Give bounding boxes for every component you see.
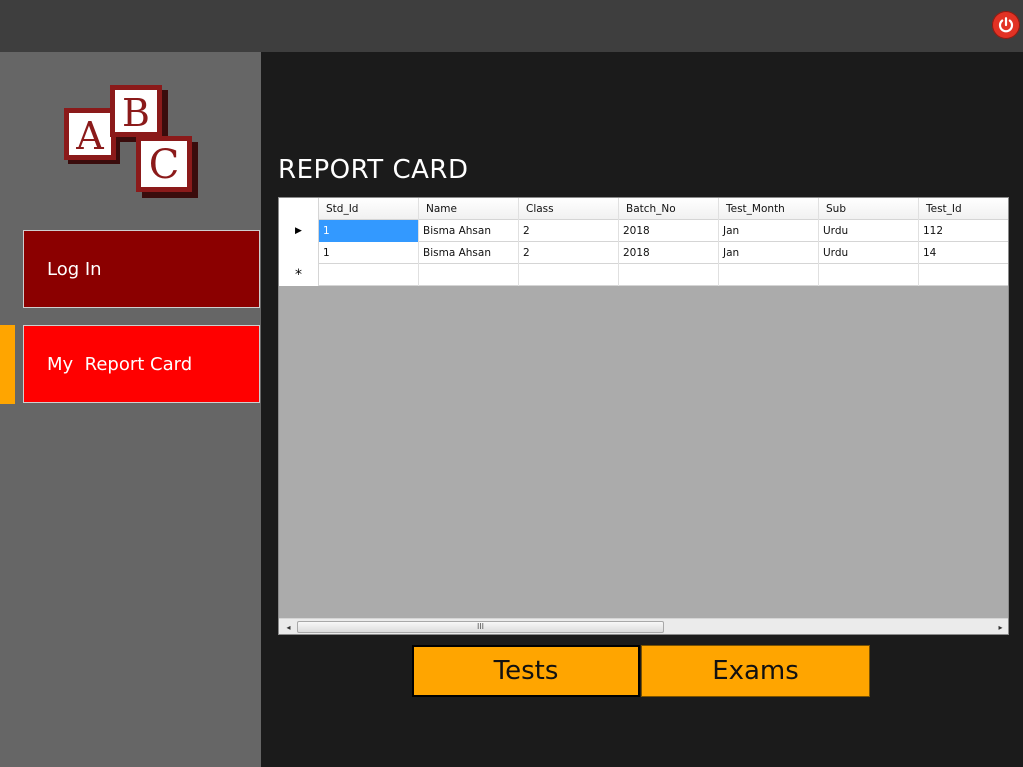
table-cell[interactable]: Jan xyxy=(719,242,819,264)
column-header-std-id[interactable]: Std_Id xyxy=(319,198,419,220)
new-row[interactable]: * xyxy=(279,264,1008,286)
logo-letter-c: C xyxy=(149,142,180,188)
column-header-class[interactable]: Class xyxy=(519,198,619,220)
table-cell[interactable] xyxy=(419,264,519,286)
title-bar xyxy=(0,0,1023,52)
table-cell[interactable] xyxy=(319,264,419,286)
table-cell[interactable]: 1 xyxy=(319,242,419,264)
table-cell[interactable] xyxy=(719,264,819,286)
table-cell[interactable] xyxy=(819,264,919,286)
horizontal-scrollbar[interactable]: ◂ III ▸ xyxy=(279,618,1008,634)
column-header-sub[interactable]: Sub xyxy=(819,198,919,220)
power-icon xyxy=(998,17,1014,33)
table-cell[interactable]: 2018 xyxy=(619,242,719,264)
table-cell[interactable]: Bisma Ahsan xyxy=(419,242,519,264)
table-cell[interactable]: 2 xyxy=(519,242,619,264)
new-row-indicator[interactable]: * xyxy=(279,264,319,286)
scroll-thumb[interactable]: III xyxy=(297,621,664,633)
table-cell[interactable]: 2018 xyxy=(619,220,719,242)
abc-blocks-logo: A B C xyxy=(64,85,198,198)
table-cell[interactable] xyxy=(519,264,619,286)
table-cell[interactable]: Bisma Ahsan xyxy=(419,220,519,242)
logo-letter-a: A xyxy=(75,114,104,158)
table-cell[interactable] xyxy=(919,264,1008,286)
table-cell[interactable]: 1 xyxy=(319,220,419,242)
column-header-name[interactable]: Name xyxy=(419,198,519,220)
scroll-left-icon[interactable]: ◂ xyxy=(281,619,296,634)
report-grid[interactable]: Std_Id Name Class Batch_No Test_Month Su… xyxy=(278,197,1009,635)
table-cell[interactable]: 2 xyxy=(519,220,619,242)
sidebar-item-report-card[interactable]: My Report Card xyxy=(23,325,260,403)
active-indicator xyxy=(0,325,15,404)
row-selected-indicator[interactable]: ▶ xyxy=(279,220,319,242)
sidebar-item-label: Log In xyxy=(47,258,102,280)
table-cell[interactable]: Jan xyxy=(719,220,819,242)
logo-letter-b: B xyxy=(122,91,150,135)
column-header-test-month[interactable]: Test_Month xyxy=(719,198,819,220)
column-header-test-id[interactable]: Test_Id xyxy=(919,198,1008,220)
sidebar-item-label: My Report Card xyxy=(47,353,193,375)
exams-button[interactable]: Exams xyxy=(641,645,870,697)
page-title: REPORT CARD xyxy=(278,155,469,185)
tests-button[interactable]: Tests xyxy=(412,645,640,697)
table-cell[interactable]: 112 xyxy=(919,220,1008,242)
table-cell[interactable]: 14 xyxy=(919,242,1008,264)
row-header[interactable] xyxy=(279,242,319,264)
grid-header: Std_Id Name Class Batch_No Test_Month Su… xyxy=(279,198,1008,220)
table-cell[interactable] xyxy=(619,264,719,286)
column-header-batch-no[interactable]: Batch_No xyxy=(619,198,719,220)
table-cell[interactable]: Urdu xyxy=(819,220,919,242)
scroll-right-icon[interactable]: ▸ xyxy=(993,619,1008,634)
table-cell[interactable]: Urdu xyxy=(819,242,919,264)
power-button[interactable] xyxy=(992,11,1020,39)
table-row[interactable]: ▶ 1 Bisma Ahsan 2 2018 Jan Urdu 112 xyxy=(279,220,1008,242)
corner-header[interactable] xyxy=(279,198,319,220)
table-row[interactable]: 1 Bisma Ahsan 2 2018 Jan Urdu 14 xyxy=(279,242,1008,264)
sidebar-item-login[interactable]: Log In xyxy=(23,230,260,308)
